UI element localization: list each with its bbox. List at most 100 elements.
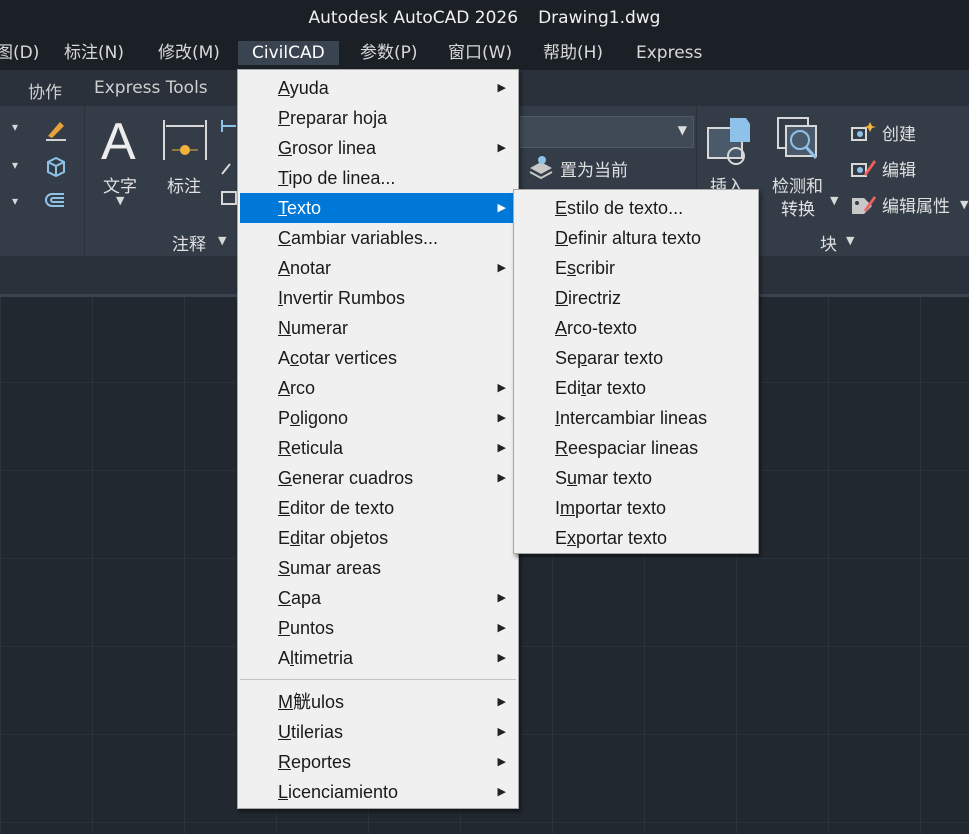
label-post: umerar bbox=[291, 318, 349, 338]
menu-item-label: Editor de texto bbox=[278, 498, 394, 518]
layers-icon[interactable] bbox=[528, 154, 554, 180]
edit-attributes-label[interactable]: 编辑属性 bbox=[882, 192, 950, 217]
label-accelerator: G bbox=[278, 138, 293, 158]
file-title: Drawing1.dwg bbox=[538, 8, 661, 28]
menu-item-acotar-vertices[interactable]: Acotar vertices bbox=[240, 343, 516, 373]
dropdown-arrow-icon[interactable]: ▾ bbox=[12, 120, 18, 134]
menu-item-invertir-rumbos[interactable]: Invertir Rumbos bbox=[240, 283, 516, 313]
menu-civilcad[interactable]: CivilCAD bbox=[238, 41, 339, 65]
menu-item-anotar[interactable]: Anotar ▶ bbox=[240, 253, 516, 283]
submenu-arrow-icon: ▶ bbox=[497, 696, 506, 708]
dropdown-arrow-icon[interactable]: ▾ bbox=[12, 158, 18, 172]
tab-collaborate[interactable]: 协作 bbox=[28, 78, 62, 103]
detect-convert-label-1[interactable]: 检测和 bbox=[772, 172, 823, 197]
label-post: stilo de texto... bbox=[567, 198, 684, 218]
chevron-down-icon[interactable]: ▼ bbox=[678, 123, 687, 137]
label-accelerator: p bbox=[577, 348, 588, 368]
small-tools-icon[interactable] bbox=[220, 118, 238, 218]
block-panel-title[interactable]: 块 bbox=[820, 230, 837, 255]
menu-item-label: Reespaciar lineas bbox=[555, 438, 698, 458]
menu-item-label: Acotar vertices bbox=[278, 348, 397, 368]
menu-item-sumar-areas[interactable]: Sumar areas bbox=[240, 553, 516, 583]
insert-block-icon[interactable] bbox=[704, 114, 754, 170]
annotation-panel-title[interactable]: 注释 bbox=[172, 230, 206, 255]
create-block-icon[interactable] bbox=[850, 120, 876, 144]
menu-express[interactable]: Express bbox=[634, 41, 704, 65]
menu-item-editar-objetos[interactable]: Editar objetos bbox=[240, 523, 516, 553]
submenu-item-exportar-texto[interactable]: Exportar texto bbox=[516, 523, 756, 553]
submenu-arrow-icon: ▶ bbox=[497, 592, 506, 604]
menu-item-texto[interactable]: Texto ▶ bbox=[240, 193, 516, 223]
chevron-down-icon[interactable]: ▼ bbox=[218, 234, 226, 247]
menu-item-cambiar-variables[interactable]: Cambiar variables... bbox=[240, 223, 516, 253]
create-label[interactable]: 创建 bbox=[882, 120, 916, 145]
menu-draw[interactable]: 图(D) bbox=[0, 41, 41, 65]
menu-item-m-ulos[interactable]: M觥ulos ▶ bbox=[240, 687, 516, 717]
menu-item-label: Invertir Rumbos bbox=[278, 288, 405, 308]
menu-item-label: Grosor linea bbox=[278, 138, 376, 158]
menu-item-numerar[interactable]: Numerar bbox=[240, 313, 516, 343]
submenu-item-editar-texto[interactable]: Editar texto bbox=[516, 373, 756, 403]
label-accelerator: M bbox=[278, 692, 293, 712]
submenu-item-intercambiar-lineas[interactable]: Intercambiar lineas bbox=[516, 403, 756, 433]
detect-convert-label-2[interactable]: 转换 bbox=[781, 195, 815, 220]
submenu-item-estilo-de-texto[interactable]: Estilo de texto... bbox=[516, 193, 756, 223]
edit-block-icon[interactable] bbox=[850, 156, 876, 180]
offset-icon[interactable] bbox=[44, 190, 68, 214]
submenu-item-arco-texto[interactable]: Arco-texto bbox=[516, 313, 756, 343]
submenu-item-sumar-texto[interactable]: Sumar texto bbox=[516, 463, 756, 493]
menu-item-reticula[interactable]: Reticula ▶ bbox=[240, 433, 516, 463]
submenu-item-separar-texto[interactable]: Separar texto bbox=[516, 343, 756, 373]
label-pre: S bbox=[555, 468, 568, 488]
chevron-down-icon[interactable]: ▼ bbox=[846, 234, 854, 247]
menu-item-editor-de-texto[interactable]: Editor de texto bbox=[240, 493, 516, 523]
dimension-icon[interactable] bbox=[160, 116, 210, 164]
chevron-down-icon[interactable]: ▼ bbox=[960, 198, 968, 211]
text-a-icon[interactable]: A bbox=[101, 112, 136, 172]
menu-item-ayuda[interactable]: Ayuda ▶ bbox=[240, 73, 516, 103]
detect-convert-icon[interactable] bbox=[776, 114, 826, 170]
menu-item-label: Editar texto bbox=[555, 378, 646, 398]
menu-item-capa[interactable]: Capa ▶ bbox=[240, 583, 516, 613]
edit-label[interactable]: 编辑 bbox=[882, 156, 916, 181]
dropdown-arrow-icon[interactable]: ▾ bbox=[12, 194, 18, 208]
submenu-item-directriz[interactable]: Directriz bbox=[516, 283, 756, 313]
set-current-label[interactable]: 置为当前 bbox=[560, 156, 628, 181]
menu-dimension[interactable]: 标注(N) bbox=[62, 41, 126, 65]
menu-item-generar-cuadros[interactable]: Generar cuadros ▶ bbox=[240, 463, 516, 493]
submenu-arrow-icon: ▶ bbox=[497, 412, 506, 424]
menu-bar: 图(D) 标注(N) 修改(M) CivilCAD 参数(P) 窗口(W) 帮助… bbox=[0, 36, 969, 70]
label-pre: A bbox=[278, 348, 291, 368]
edit-attributes-icon[interactable] bbox=[850, 192, 876, 216]
menu-item-poligono[interactable]: Poligono ▶ bbox=[240, 403, 516, 433]
menu-item-licenciamiento[interactable]: Licenciamiento ▶ bbox=[240, 777, 516, 807]
label-post: apa bbox=[291, 588, 322, 608]
menu-item-utilerias[interactable]: Utilerias ▶ bbox=[240, 717, 516, 747]
box-3d-icon[interactable] bbox=[44, 154, 68, 178]
menu-item-preparar-hoja[interactable]: Preparar hoja bbox=[240, 103, 516, 133]
menu-item-label: Sumar texto bbox=[555, 468, 652, 488]
submenu-item-definir-altura-texto[interactable]: Definir altura texto bbox=[516, 223, 756, 253]
menu-item-reportes[interactable]: Reportes ▶ bbox=[240, 747, 516, 777]
menu-item-tipo-de-linea[interactable]: Tipo de linea... bbox=[240, 163, 516, 193]
tab-express-tools[interactable]: Express Tools bbox=[94, 78, 208, 98]
chevron-down-icon[interactable]: ▼ bbox=[116, 194, 124, 207]
menu-parametric[interactable]: 参数(P) bbox=[358, 41, 420, 65]
menu-window[interactable]: 窗口(W) bbox=[446, 41, 514, 65]
menu-item-altimetria[interactable]: Altimetria ▶ bbox=[240, 643, 516, 673]
label-post: ambiar variables... bbox=[291, 228, 439, 248]
menu-item-arco[interactable]: Arco ▶ bbox=[240, 373, 516, 403]
label-post: ligono bbox=[300, 408, 349, 428]
submenu-item-reespaciar-lineas[interactable]: Reespaciar lineas bbox=[516, 433, 756, 463]
menu-item-grosor-linea[interactable]: Grosor linea ▶ bbox=[240, 133, 516, 163]
submenu-item-importar-texto[interactable]: Importar texto bbox=[516, 493, 756, 523]
layer-dropdown[interactable]: ▼ bbox=[520, 116, 694, 148]
dimension-tool-label[interactable]: 标注 bbox=[167, 172, 201, 197]
label-accelerator: S bbox=[278, 558, 291, 578]
match-properties-icon[interactable] bbox=[44, 116, 68, 142]
menu-item-puntos[interactable]: Puntos ▶ bbox=[240, 613, 516, 643]
menu-modify[interactable]: 修改(M) bbox=[156, 41, 222, 65]
menu-help[interactable]: 帮助(H) bbox=[541, 41, 605, 65]
submenu-item-escribir[interactable]: Escribir bbox=[516, 253, 756, 283]
chevron-down-icon[interactable]: ▼ bbox=[830, 194, 838, 207]
